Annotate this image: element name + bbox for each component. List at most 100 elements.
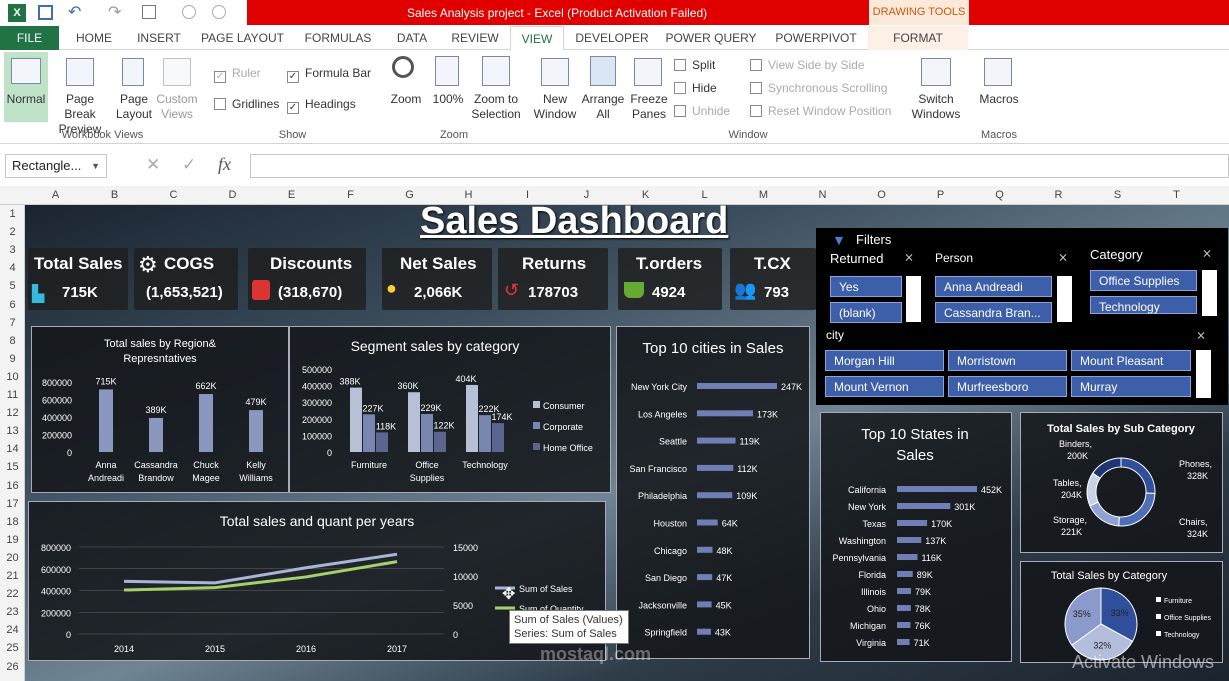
row-header-15[interactable]: 15 — [0, 459, 25, 477]
column-header-s[interactable]: S — [1088, 186, 1147, 205]
row-header-11[interactable]: 11 — [0, 387, 25, 405]
kpi-returns[interactable]: Returns ↺ 178703 — [498, 248, 608, 310]
column-header-p[interactable]: P — [911, 186, 970, 205]
row-header-21[interactable]: 21 — [0, 568, 25, 586]
tab-insert[interactable]: INSERT — [130, 26, 188, 50]
row-header-6[interactable]: 6 — [0, 297, 25, 315]
row-header-22[interactable]: 22 — [0, 586, 25, 604]
chart-cities-panel[interactable]: Top 10 cities in Sales New York City 247K L… — [616, 326, 810, 659]
column-header-c[interactable]: C — [144, 186, 203, 205]
name-box[interactable]: Rectangle... ▼ — [5, 154, 107, 178]
column-header-a[interactable]: A — [26, 186, 85, 205]
redo-icon[interactable]: ↷ — [108, 2, 121, 22]
switch-windows-button[interactable]: Switch Windows — [900, 92, 972, 122]
slicer-item-mount-vernon[interactable]: Mount Vernon — [825, 376, 944, 397]
kpi-discounts[interactable]: Discounts (318,670) — [248, 248, 366, 310]
column-header-d[interactable]: D — [203, 186, 262, 205]
slicer-item-morristown[interactable]: Morristown — [948, 350, 1067, 371]
clear-filter-icon[interactable]: ⨯ — [1196, 328, 1206, 342]
chart-subcategory-panel[interactable]: Total Sales by Sub Category Phones, 328K Ch… — [1020, 412, 1223, 553]
tab-file[interactable]: FILE — [0, 26, 59, 50]
row-header-13[interactable]: 13 — [0, 423, 25, 441]
kpi-total-customers[interactable]: T.CX 👥 793 — [730, 248, 816, 310]
slicer-item-morgan-hill[interactable]: Morgan Hill — [825, 350, 944, 371]
tab-home[interactable]: HOME — [64, 26, 124, 50]
kpi-net-sales[interactable]: Net Sales ● 2,066K — [382, 248, 492, 310]
row-header-23[interactable]: 23 — [0, 604, 25, 622]
split-button[interactable]: Split — [674, 58, 715, 72]
slicer-item-office-supplies[interactable]: Office Supplies — [1090, 270, 1197, 291]
slicer-item-murray[interactable]: Murray — [1071, 376, 1191, 397]
ruler-checkbox[interactable]: ✓ Ruler — [214, 66, 261, 83]
normal-view-button[interactable]: Normal — [4, 52, 48, 122]
tab-view[interactable]: VIEW — [510, 26, 564, 50]
macros-button[interactable]: Macros — [976, 92, 1022, 107]
column-header-f[interactable]: F — [321, 186, 380, 205]
chart-states-panel[interactable]: Top 10 States in Sales California 452K New Y… — [820, 412, 1012, 662]
slicer-item-yes[interactable]: Yes — [830, 276, 902, 297]
form-icon[interactable] — [142, 5, 156, 19]
row-header-7[interactable]: 7 — [0, 315, 25, 333]
undo-icon[interactable]: ↶ — [68, 2, 81, 22]
clear-filter-icon[interactable]: ⨯ — [904, 250, 914, 264]
row-header-1[interactable]: 1 — [0, 206, 25, 224]
freeze-panes-button[interactable]: Freeze Panes — [626, 92, 672, 122]
circle-icon[interactable] — [212, 5, 226, 19]
reset-window-position-button[interactable]: Reset Window Position — [750, 104, 891, 118]
chart-category-panel[interactable]: Total Sales by Category 33% 32% 35% Furnitur… — [1020, 561, 1223, 663]
view-side-by-side-button[interactable]: View Side by Side — [750, 58, 865, 72]
kpi-total-sales[interactable]: Total Sales ▙ 715K — [28, 248, 128, 310]
column-header-m[interactable]: M — [734, 186, 793, 205]
slicer-scrollbar[interactable] — [1057, 276, 1072, 322]
kpi-total-orders[interactable]: T.orders 4924 — [618, 248, 722, 310]
slicer-item-murfreesboro[interactable]: Murfreesboro — [948, 376, 1067, 397]
row-header-24[interactable]: 24 — [0, 622, 25, 640]
slicer-scrollbar[interactable] — [1202, 270, 1217, 316]
tab-developer[interactable]: DEVELOPER — [572, 26, 652, 50]
tab-powerpivot[interactable]: POWERPIVOT — [770, 26, 862, 50]
custom-views-button[interactable]: Custom Views — [154, 92, 200, 122]
column-header-n[interactable]: N — [793, 186, 852, 205]
chart-segment-panel[interactable]: Segment sales by category 500000 400000 300… — [289, 326, 611, 493]
circle-icon[interactable] — [182, 5, 196, 19]
row-header-18[interactable]: 18 — [0, 514, 25, 532]
formula-input[interactable] — [250, 154, 1229, 178]
insert-function-icon[interactable]: fx — [218, 154, 231, 175]
row-header-3[interactable]: 3 — [0, 242, 25, 260]
tab-power-query[interactable]: POWER QUERY — [662, 26, 760, 50]
row-header-2[interactable]: 2 — [0, 224, 25, 242]
tab-formulas[interactable]: FORMULAS — [298, 26, 378, 50]
cancel-icon[interactable]: ✕ — [146, 155, 160, 175]
new-window-button[interactable]: New Window — [530, 92, 580, 122]
slicer-item-anna[interactable]: Anna Andreadi — [935, 276, 1052, 297]
clear-filter-icon[interactable]: ⨯ — [1058, 250, 1068, 264]
synchronous-scrolling-button[interactable]: Synchronous Scrolling — [750, 81, 887, 95]
slicer-item-mount-pleasant[interactable]: Mount Pleasant — [1071, 350, 1191, 371]
zoom-to-selection-button[interactable]: Zoom to Selection — [468, 92, 524, 122]
unhide-button[interactable]: Unhide — [674, 104, 730, 118]
row-header-20[interactable]: 20 — [0, 550, 25, 568]
hide-button[interactable]: Hide — [674, 81, 717, 95]
row-header-12[interactable]: 12 — [0, 405, 25, 423]
slicer-item-blank[interactable]: (blank) — [830, 302, 902, 323]
row-header-17[interactable]: 17 — [0, 496, 25, 514]
slicer-scrollbar[interactable] — [906, 276, 921, 322]
save-icon[interactable] — [38, 5, 53, 20]
clear-filter-icon[interactable]: ⨯ — [1202, 246, 1212, 260]
tab-review[interactable]: REVIEW — [444, 26, 506, 50]
headings-checkbox[interactable]: ✓ Headings — [287, 97, 356, 114]
slicer-scrollbar[interactable] — [1196, 350, 1211, 398]
row-header-9[interactable]: 9 — [0, 351, 25, 369]
row-header-10[interactable]: 10 — [0, 369, 25, 387]
tab-page-layout[interactable]: PAGE LAYOUT — [195, 26, 290, 50]
formula-bar-checkbox[interactable]: ✓ Formula Bar — [287, 66, 371, 83]
kpi-cogs[interactable]: ⚙ COGS (1,653,521) — [134, 248, 238, 310]
tab-data[interactable]: DATA — [386, 26, 438, 50]
column-header-t[interactable]: T — [1147, 186, 1206, 205]
chart-region-panel[interactable]: Total sales by Region& Represntatives 8000… — [31, 326, 289, 493]
column-header-q[interactable]: Q — [970, 186, 1029, 205]
row-header-5[interactable]: 5 — [0, 278, 25, 296]
column-header-o[interactable]: O — [852, 186, 911, 205]
zoom-button[interactable]: Zoom — [386, 92, 426, 107]
column-header-r[interactable]: R — [1029, 186, 1088, 205]
